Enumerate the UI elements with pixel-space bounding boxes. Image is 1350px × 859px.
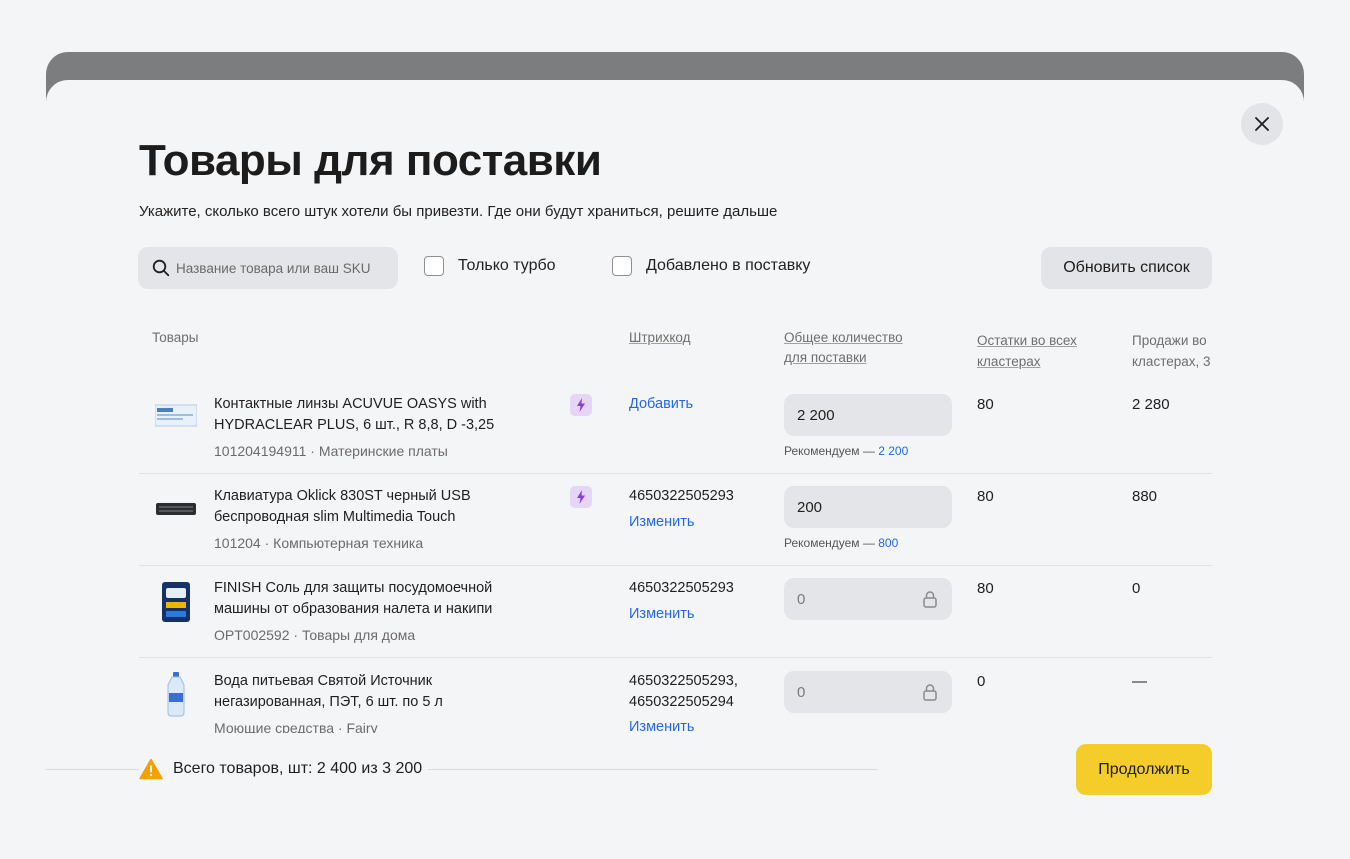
product-name-line: машины от образования налета и накипи <box>214 601 493 617</box>
recommendation-value-link[interactable]: 800 <box>878 536 898 550</box>
close-icon <box>1255 117 1269 131</box>
added-to-supply-checkbox[interactable]: Добавлено в поставку <box>612 256 810 276</box>
product-thumbnail <box>162 582 190 622</box>
row-divider <box>139 473 1212 474</box>
table-clip-right <box>1212 320 1304 740</box>
page-title: Товары для поставки <box>139 136 602 185</box>
product-name[interactable]: Вода питьевая Святой Источник негазирова… <box>214 671 443 713</box>
row-divider <box>139 565 1212 566</box>
product-name[interactable]: Контактные линзы ACUVUE OASYS with HYDRA… <box>214 394 494 436</box>
checkbox-box[interactable] <box>424 256 444 276</box>
product-sku: 101204194911 · Материнские платы <box>214 443 448 459</box>
continue-button[interactable]: Продолжить <box>1076 744 1212 795</box>
product-name-line: FINISH Соль для защиты посудомоечной <box>214 580 493 596</box>
quantity-input[interactable]: 200 <box>784 486 952 528</box>
barcode-line: 4650322505293, <box>629 673 738 689</box>
warning-icon <box>139 758 163 780</box>
product-thumbnail <box>155 404 197 427</box>
search-field[interactable] <box>138 247 398 289</box>
lightning-icon <box>577 490 585 504</box>
added-to-supply-label: Добавлено в поставку <box>646 257 811 274</box>
search-input[interactable] <box>176 260 396 276</box>
quantity-value: 0 <box>797 683 806 701</box>
header-label-line2: для поставки <box>784 350 867 365</box>
header-label: Штрихкод <box>629 330 691 345</box>
product-thumbnail <box>156 503 196 515</box>
turbo-only-checkbox[interactable]: Только турбо <box>424 256 556 276</box>
column-header-sales[interactable]: Продажи во кластерах, 3 <box>1132 330 1211 372</box>
search-icon <box>152 259 170 277</box>
refresh-list-button[interactable]: Обновить список <box>1041 247 1212 289</box>
product-name[interactable]: Клавиатура Oklick 830ST черный USB беспр… <box>214 486 471 528</box>
lightning-icon <box>577 398 585 412</box>
turbo-badge <box>570 486 592 508</box>
product-name-line: HYDRACLEAR PLUS, 6 шт., R 8,8, D -3,25 <box>214 417 495 433</box>
header-label-line1: Остатки во всех <box>977 333 1077 348</box>
edit-barcode-link[interactable]: Изменить <box>629 512 694 533</box>
barcode-value: 4650322505293 <box>629 488 734 504</box>
turbo-badge <box>570 394 592 416</box>
column-header-stock[interactable]: Остатки во всех кластерах <box>977 330 1077 372</box>
lock-icon <box>923 591 937 608</box>
stock-value: 80 <box>977 488 994 505</box>
page-subtitle: Укажите, сколько всего штук хотели бы пр… <box>139 203 778 220</box>
recommendation-value-link[interactable]: 2 200 <box>878 444 908 458</box>
product-thumbnail <box>167 672 185 717</box>
sales-value: — <box>1132 673 1147 690</box>
quantity-value: 0 <box>797 590 806 608</box>
header-label: Товары <box>152 330 199 345</box>
recommendation: Рекомендуем — 2 200 <box>784 444 908 458</box>
product-name-line: Вода питьевая Святой Источник <box>214 673 433 689</box>
recommendation: Рекомендуем — 800 <box>784 536 898 550</box>
stock-value: 0 <box>977 673 986 690</box>
column-header-products: Товары <box>152 328 198 348</box>
product-name-line: Клавиатура Oklick 830ST черный USB <box>214 488 471 504</box>
header-label-line1: Продажи во <box>1132 333 1207 348</box>
product-name-line: Контактные линзы ACUVUE OASYS with <box>214 396 487 412</box>
checkbox-box[interactable] <box>612 256 632 276</box>
sales-value: 880 <box>1132 488 1158 505</box>
header-label-line2: кластерах <box>977 354 1041 369</box>
close-button[interactable] <box>1241 103 1283 145</box>
product-sku: 101204 · Компьютерная техника <box>214 535 424 551</box>
total-label: Всего товаров, шт: 2 400 из 3 200 <box>173 760 423 777</box>
header-label-line2: кластерах, 3 <box>1132 354 1211 369</box>
sales-value: 0 <box>1132 580 1141 597</box>
barcode-value: 4650322505293 <box>629 580 734 596</box>
edit-barcode-link[interactable]: Изменить <box>629 604 694 625</box>
product-name[interactable]: FINISH Соль для защиты посудомоечной маш… <box>214 578 492 620</box>
add-barcode-link[interactable]: Добавить <box>629 394 693 415</box>
recommendation-label: Рекомендуем — <box>784 536 879 550</box>
quantity-input[interactable]: 2 200 <box>784 394 952 436</box>
stock-value: 80 <box>977 580 994 597</box>
column-header-barcode[interactable]: Штрихкод <box>629 328 691 348</box>
header-label-line1: Общее количество <box>784 330 903 345</box>
row-divider <box>139 657 1212 658</box>
column-header-quantity[interactable]: Общее количество для поставки <box>784 328 903 368</box>
barcode-value: 4650322505293, 4650322505294 <box>629 671 738 713</box>
turbo-only-label: Только турбо <box>458 257 556 274</box>
quantity-input-locked: 0 <box>784 671 952 713</box>
product-name-line: беспроводная slim Multimedia Touch <box>214 509 456 525</box>
recommendation-label: Рекомендуем — <box>784 444 879 458</box>
stock-value: 80 <box>977 396 994 413</box>
total-summary: Всего товаров, шт: 2 400 из 3 200 <box>139 758 429 780</box>
sales-value: 2 280 <box>1132 396 1170 413</box>
product-name-line: негазированная, ПЭТ, 6 шт. по 5 л <box>214 694 443 710</box>
barcode-line: 4650322505294 <box>629 694 734 710</box>
product-sku: OPT002592 · Товары для дома <box>214 627 416 643</box>
quantity-input-locked: 0 <box>784 578 952 620</box>
lock-icon <box>923 684 937 701</box>
